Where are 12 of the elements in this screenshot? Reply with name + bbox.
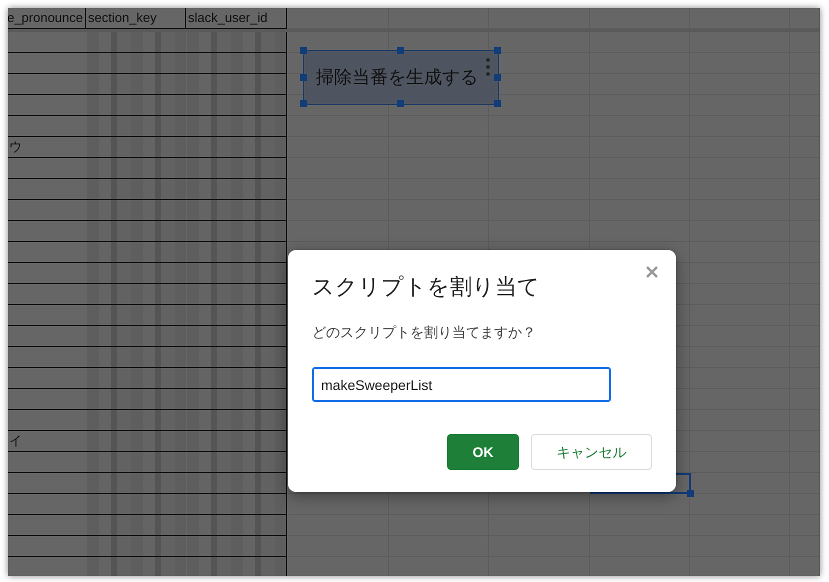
dialog-title: スクリプトを割り当て	[312, 273, 540, 301]
column-header: e_pronounce	[8, 8, 86, 29]
table-cell: ウ	[8, 137, 86, 158]
dialog-prompt: どのスクリプトを割り当てますか？	[312, 323, 536, 342]
column-header: section_key	[86, 8, 186, 29]
script-button-drawing[interactable]: 掃除当番を生成する	[303, 50, 499, 105]
close-icon[interactable]	[644, 264, 660, 280]
script-name-field[interactable]: makeSweeperList	[312, 367, 611, 402]
column-header: slack_user_id	[186, 8, 287, 29]
cancel-button[interactable]: キャンセル	[531, 434, 652, 470]
ok-button[interactable]: OK	[447, 434, 519, 470]
table-cell: イ	[8, 431, 86, 452]
